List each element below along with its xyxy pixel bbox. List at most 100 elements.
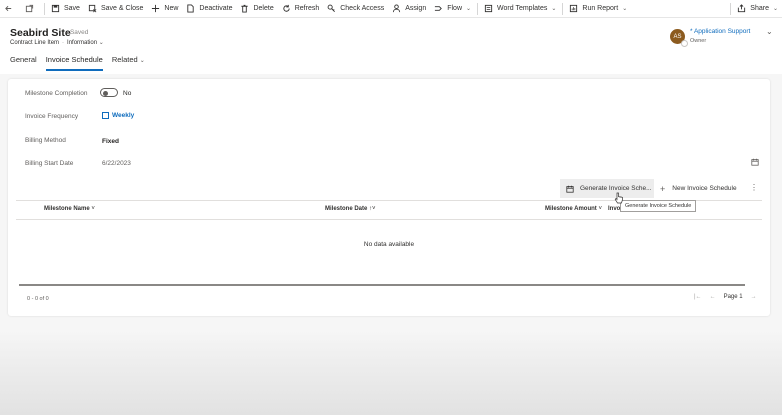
more-options-icon[interactable]: ⋮ [750, 183, 758, 192]
generate-invoice-schedule-button[interactable]: Generate Invoice Sche... [560, 179, 654, 198]
flow-button[interactable]: Flow ⌄ [430, 0, 475, 18]
page-number: Page 1 [723, 294, 743, 300]
chevron-down-icon: ⌄ [551, 6, 557, 12]
tab-list: General Invoice Schedule Related ⌄ [10, 55, 154, 71]
assign-label: Assign [405, 5, 427, 12]
chevron-down-icon: ˅ [372, 206, 376, 212]
check-access-button[interactable]: Check Access [323, 0, 388, 18]
invoice-schedule-section: Milestone Completion No Invoice Frequenc… [8, 79, 770, 316]
invoice-frequency-value[interactable]: Weekly [102, 112, 134, 119]
document-icon [186, 4, 195, 13]
flow-icon [434, 4, 443, 13]
horizontal-scrollbar[interactable] [19, 284, 745, 286]
column-header-milestone-date[interactable]: Milestone Date ↑˅ [325, 206, 376, 212]
milestone-completion-toggle[interactable] [100, 88, 118, 97]
billing-method-value[interactable]: Fixed [102, 138, 119, 145]
popout-icon [25, 4, 34, 13]
tab-general[interactable]: General [10, 55, 37, 71]
check-access-label: Check Access [340, 5, 385, 12]
back-button[interactable] [0, 0, 21, 18]
form-selector[interactable]: Information ⌄ [67, 40, 104, 46]
record-header: Seabird Site - Saved Contract Line Item ·… [0, 18, 782, 74]
new-invoice-label: New Invoice Schedule [672, 185, 737, 192]
divider [562, 2, 564, 15]
billing-method-label: Billing Method [25, 137, 66, 144]
deactivate-label: Deactivate [199, 5, 233, 12]
mouse-cursor-icon [614, 192, 623, 204]
delete-button[interactable]: Delete [236, 0, 277, 18]
chevron-down-icon: ⌄ [622, 6, 628, 12]
plus-icon: + [660, 183, 666, 194]
milestone-completion-label: Milestone Completion [25, 90, 88, 97]
billing-start-date-label: Billing Start Date [25, 160, 74, 167]
divider [44, 2, 45, 15]
trash-icon [240, 4, 249, 13]
pagination: |← ← Page 1 → [694, 294, 765, 300]
divider [730, 2, 732, 15]
share-label: Share [750, 5, 769, 12]
deactivate-button[interactable]: Deactivate [182, 0, 236, 18]
word-templates-label: Word Templates [497, 5, 548, 12]
save-close-label: Save & Close [100, 5, 144, 12]
chevron-down-icon: ⌄ [98, 40, 104, 46]
next-page-icon[interactable]: → [751, 294, 757, 300]
flow-label: Flow [447, 5, 462, 12]
run-report-button[interactable]: Run Report ⌄ [565, 0, 631, 18]
word-icon [484, 4, 493, 13]
key-icon [327, 4, 336, 13]
previous-page-icon[interactable]: ← [710, 294, 716, 300]
record-subtitle: Contract Line Item · Information ⌄ [10, 40, 104, 46]
chevron-down-icon: ⌄ [466, 6, 472, 12]
generate-button-label: Generate Invoice Sche... [580, 185, 652, 192]
chevron-down-icon: ⌄ [772, 6, 778, 12]
share-button[interactable]: Share ⌄ [733, 0, 782, 18]
chevron-down-icon: ˅ [91, 206, 95, 212]
calendar-option-icon [102, 112, 109, 119]
refresh-icon [282, 4, 291, 13]
new-invoice-schedule-button[interactable]: + New Invoice Schedule [660, 179, 737, 198]
page-title: Seabird Site [10, 27, 71, 39]
popout-button[interactable] [21, 0, 42, 18]
owner-label: Owner [690, 38, 707, 44]
tab-related[interactable]: Related ⌄ [112, 55, 145, 71]
report-icon [569, 4, 578, 13]
tab-invoice-schedule[interactable]: Invoice Schedule [45, 55, 103, 71]
invoice-frequency-label: Invoice Frequency [25, 113, 79, 120]
share-icon [737, 4, 746, 13]
column-header-milestone-name[interactable]: Milestone Name ˅ [44, 206, 95, 212]
calendar-icon [566, 185, 574, 193]
save-close-button[interactable]: Save & Close [84, 0, 147, 18]
back-arrow-icon [4, 4, 13, 13]
refresh-button[interactable]: Refresh [278, 0, 324, 18]
run-report-label: Run Report [582, 5, 619, 12]
record-count: 0 - 0 of 0 [27, 296, 49, 302]
first-page-icon[interactable]: |← [694, 294, 702, 300]
save-label: Save [64, 5, 80, 12]
new-label: New [164, 5, 179, 12]
empty-grid-message: No data available [363, 241, 415, 248]
command-bar: Save Save & Close New Deactivate Delete … [0, 0, 782, 18]
expand-header-chevron-icon[interactable]: ⌄ [766, 27, 773, 36]
chevron-down-icon: ˅ [598, 206, 602, 212]
save-status: - Saved [66, 29, 89, 36]
billing-start-date-value[interactable]: 6/22/2023 [102, 160, 131, 167]
chevron-down-icon: ⌄ [139, 58, 145, 64]
save-close-icon [88, 4, 97, 13]
owner-link[interactable]: * Application Support [690, 28, 750, 35]
save-icon [51, 4, 60, 13]
milestone-completion-value: No [123, 90, 132, 97]
presence-icon [681, 40, 688, 47]
save-button[interactable]: Save [47, 0, 84, 18]
person-icon [392, 4, 401, 13]
column-header-invoice[interactable]: Invo [608, 206, 620, 212]
word-templates-button[interactable]: Word Templates ⌄ [480, 0, 560, 18]
entity-name: Contract Line Item [10, 40, 60, 46]
column-header-milestone-amount[interactable]: Milestone Amount ˅ [545, 206, 602, 212]
new-button[interactable]: New [147, 0, 182, 18]
tooltip: Generate Invoice Schedule [620, 200, 697, 212]
delete-label: Delete [253, 5, 274, 12]
calendar-icon[interactable] [751, 158, 759, 166]
refresh-label: Refresh [294, 5, 320, 12]
divider [477, 2, 479, 15]
assign-button[interactable]: Assign [388, 0, 430, 18]
